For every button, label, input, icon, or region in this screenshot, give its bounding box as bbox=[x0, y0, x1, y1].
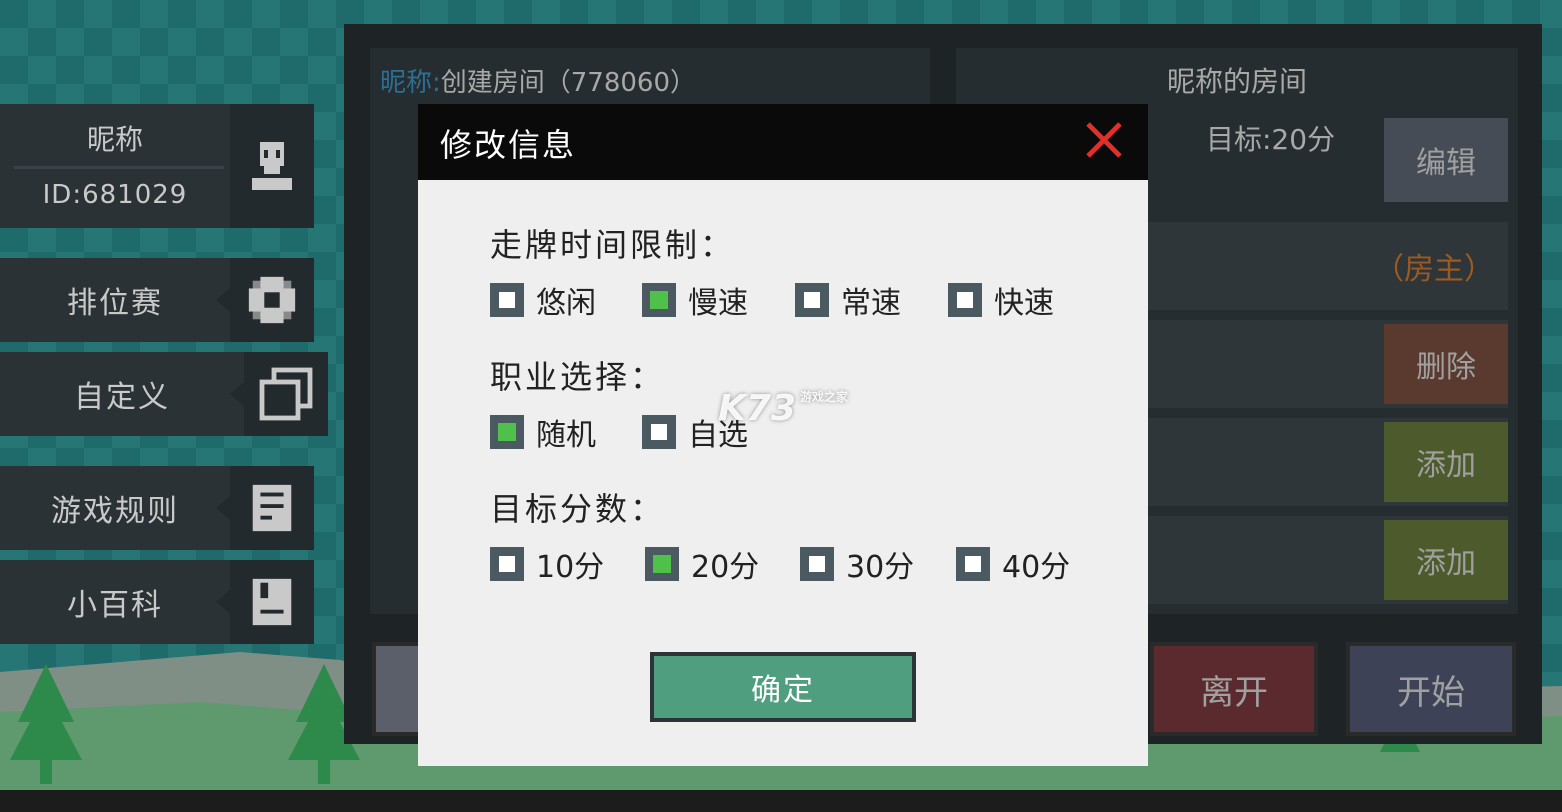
option-leisure[interactable]: 悠闲 bbox=[490, 278, 596, 322]
confirm-button[interactable]: 确定 bbox=[650, 652, 916, 722]
option-slow-label: 慢速 bbox=[688, 286, 748, 321]
time-limit-title: 走牌时间限制： bbox=[490, 226, 736, 264]
option-normal-label: 常速 bbox=[841, 286, 901, 321]
checkbox-20[interactable] bbox=[645, 547, 679, 581]
close-icon[interactable] bbox=[1084, 120, 1124, 160]
target-score-title: 目标分数： bbox=[490, 490, 666, 528]
checkbox-leisure[interactable] bbox=[490, 283, 524, 317]
checkbox-slow[interactable] bbox=[642, 283, 676, 317]
dialog-title: 修改信息 bbox=[440, 126, 577, 164]
checkbox-normal[interactable] bbox=[795, 283, 829, 317]
option-fast-label: 快速 bbox=[994, 286, 1054, 321]
option-normal[interactable]: 常速 bbox=[795, 278, 901, 322]
option-30-label: 30分 bbox=[846, 550, 915, 585]
option-20-label: 20分 bbox=[691, 550, 760, 585]
option-10-label: 10分 bbox=[536, 550, 605, 585]
option-fast[interactable]: 快速 bbox=[948, 278, 1054, 322]
option-random-label: 随机 bbox=[536, 418, 596, 453]
option-leisure-label: 悠闲 bbox=[536, 286, 596, 321]
class-select-title: 职业选择： bbox=[490, 358, 666, 396]
checkbox-40[interactable] bbox=[956, 547, 990, 581]
watermark-text: K73 bbox=[718, 388, 796, 429]
option-random[interactable]: 随机 bbox=[490, 410, 596, 454]
option-40[interactable]: 40分 bbox=[956, 542, 1070, 586]
option-slow[interactable]: 慢速 bbox=[642, 278, 748, 322]
checkbox-10[interactable] bbox=[490, 547, 524, 581]
edit-info-dialog: 修改信息 走牌时间限制： 悠闲 慢速 常速 快速 职业选择： 随机 自选 目标分… bbox=[418, 104, 1148, 766]
checkbox-30[interactable] bbox=[800, 547, 834, 581]
watermark-sub: 游戏之家 bbox=[800, 390, 849, 404]
option-40-label: 40分 bbox=[1002, 550, 1071, 585]
site-watermark: K73 游戏之家 bbox=[718, 388, 848, 429]
option-10[interactable]: 10分 bbox=[490, 542, 604, 586]
checkbox-fast[interactable] bbox=[948, 283, 982, 317]
checkbox-random[interactable] bbox=[490, 415, 524, 449]
option-30[interactable]: 30分 bbox=[800, 542, 914, 586]
dialog-header: 修改信息 bbox=[418, 104, 1148, 180]
checkbox-self-select[interactable] bbox=[642, 415, 676, 449]
option-20[interactable]: 20分 bbox=[645, 542, 759, 586]
